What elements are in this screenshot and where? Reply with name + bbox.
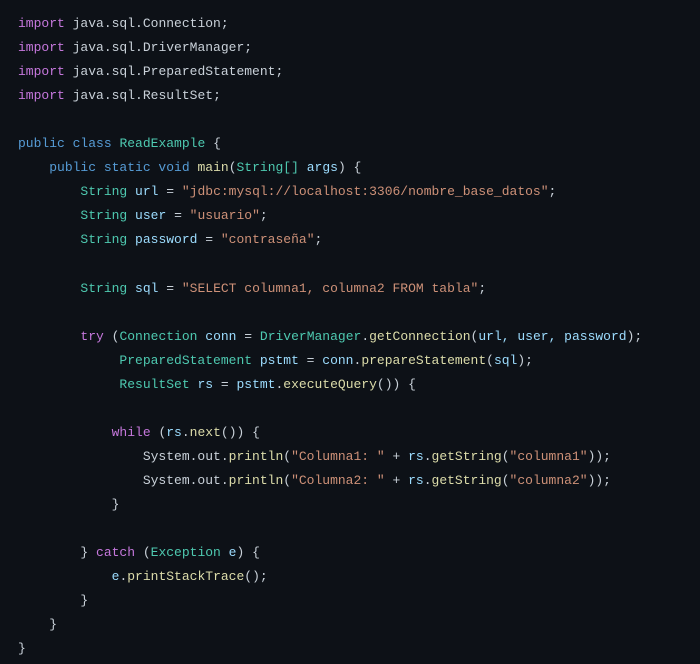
param-name: args [307,160,338,175]
call-method: executeQuery [283,377,377,392]
exception-var: e [229,545,237,560]
keyword-import: import [18,64,65,79]
resource-type: ResultSet [119,377,189,392]
string-literal: "columna1" [510,449,588,464]
print-method: println [229,449,284,464]
string-literal: "usuario" [190,208,260,223]
method-modifiers: public static void [49,160,189,175]
class-name: ReadExample [119,136,205,151]
class-modifiers: public class [18,136,112,151]
keyword-try: try [80,329,103,344]
string-literal: "Columna2: " [291,473,385,488]
print-method: println [229,473,284,488]
call-obj: rs [408,473,424,488]
string-literal: "columna2" [510,473,588,488]
var-name: password [135,232,197,247]
call-obj: rs [408,449,424,464]
call-method: prepareStatement [361,353,486,368]
resource-name: pstmt [260,353,299,368]
keyword-import: import [18,16,65,31]
code-block: import java.sql.Connection; import java.… [18,12,682,661]
call-args: url, user, password [478,329,626,344]
call-class: DriverManager [260,329,361,344]
import-package: java.sql.ResultSet [73,88,213,103]
cond-obj: rs [166,425,182,440]
call-method: getString [432,449,502,464]
call-method: getConnection [369,329,470,344]
param-type: String[] [237,160,299,175]
var-type: String [80,208,127,223]
call-method: printStackTrace [127,569,244,584]
cond-method: next [190,425,221,440]
import-package: java.sql.PreparedStatement [73,64,276,79]
resource-type: PreparedStatement [119,353,252,368]
call-obj: conn [322,353,353,368]
import-package: java.sql.Connection [73,16,221,31]
string-literal: "contraseña" [221,232,315,247]
var-name: user [135,208,166,223]
var-name: url [135,184,158,199]
string-literal: "Columna1: " [291,449,385,464]
method-name: main [197,160,228,175]
call-obj: e [112,569,120,584]
keyword-while: while [112,425,151,440]
string-literal: "SELECT columna1, columna2 FROM tabla" [182,281,478,296]
import-package: java.sql.DriverManager [73,40,245,55]
keyword-catch: catch [96,545,135,560]
var-name: sql [135,281,158,296]
resource-type: Connection [119,329,197,344]
exception-type: Exception [151,545,221,560]
keyword-import: import [18,88,65,103]
resource-name: conn [205,329,236,344]
call-method: getString [432,473,502,488]
var-type: String [80,232,127,247]
var-type: String [80,184,127,199]
var-type: String [80,281,127,296]
keyword-import: import [18,40,65,55]
call-args: sql [494,353,517,368]
call-obj: pstmt [236,377,275,392]
string-literal: "jdbc:mysql://localhost:3306/nombre_base… [182,184,549,199]
resource-name: rs [197,377,213,392]
